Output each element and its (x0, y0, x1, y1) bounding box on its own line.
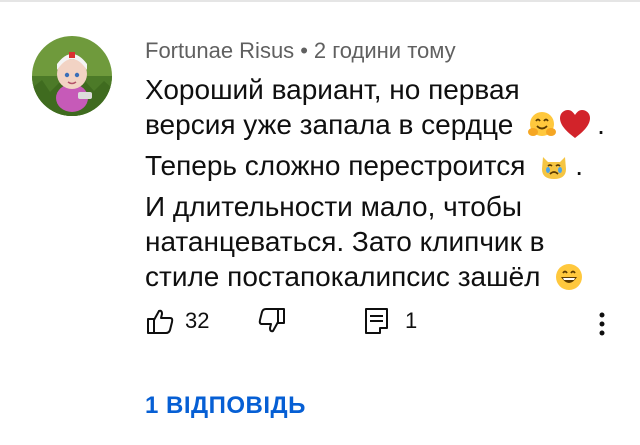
comment-text: Хороший вариант, но первая версия уже за… (145, 72, 625, 300)
red-heart-emoji (559, 110, 591, 148)
comment-meta: Fortunae Risus • 2 години тому (145, 38, 456, 64)
comment-line: И длительности мало, чтобы (145, 191, 523, 222)
reply-icon (363, 306, 391, 336)
grinning-face-emoji (554, 262, 584, 300)
meta-separator: • (300, 38, 308, 63)
more-options-button[interactable] (592, 310, 612, 343)
comment-actions: 32 1 (145, 306, 625, 340)
view-replies-link[interactable]: 1 ВІДПОВІДЬ (145, 392, 306, 420)
like-button[interactable]: 32 (145, 306, 209, 336)
comment-line: Хороший вариант, но первая (145, 74, 520, 105)
dislike-button[interactable] (257, 306, 287, 336)
comment-line: стиле постапокалипсис зашёл (145, 259, 625, 300)
reply-count: 1 (405, 308, 418, 333)
hugging-face-emoji (527, 110, 557, 148)
author-name[interactable]: Fortunae Risus (145, 38, 294, 63)
reply-button[interactable]: 1 (363, 306, 417, 336)
thumbs-up-icon (145, 306, 175, 336)
crying-cat-emoji (539, 151, 569, 189)
more-vert-icon (592, 312, 612, 342)
comment-line: Теперь сложно перестроится . (145, 148, 625, 189)
avatar[interactable] (32, 36, 112, 116)
top-divider (0, 0, 640, 2)
thumbs-down-icon (257, 306, 287, 336)
comment-line: версия уже запала в сердце . (145, 107, 625, 148)
comment-line: натанцеваться. Зато клипчик в (145, 226, 545, 257)
like-count: 32 (185, 308, 210, 333)
comment-timestamp[interactable]: 2 години тому (314, 38, 456, 63)
